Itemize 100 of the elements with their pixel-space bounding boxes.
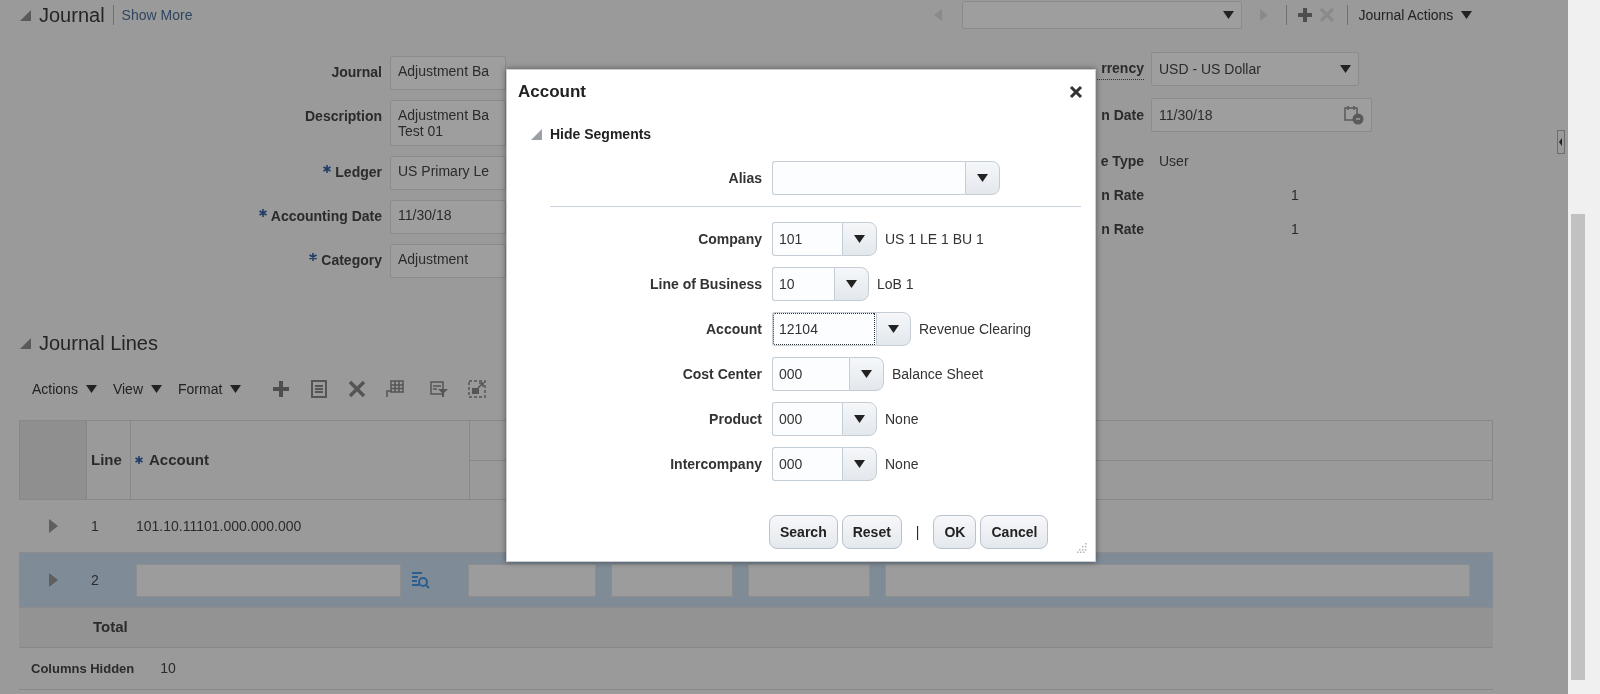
dropdown-button[interactable]	[876, 312, 911, 346]
selected-row[interactable]: 2	[19, 553, 1493, 608]
toolbar-menu[interactable]: View	[112, 378, 162, 400]
search-icon[interactable]	[410, 570, 430, 590]
field-label: Product	[708, 409, 762, 429]
table-cell: 1	[91, 517, 99, 534]
columns-hidden-label: Columns Hidden	[31, 659, 135, 678]
table-input[interactable]	[611, 563, 733, 597]
segment-input[interactable]: 10	[772, 267, 834, 301]
segment-description: None	[885, 409, 919, 429]
field-label: Intercompany	[669, 454, 762, 474]
filter-icon[interactable]	[429, 379, 450, 399]
field-label: Ledger	[335, 163, 382, 183]
field-label: Cost Center	[681, 364, 762, 384]
hide-segments-toggle[interactable]: Hide Segments	[550, 124, 652, 145]
input-field[interactable]: Adjustment	[390, 244, 506, 279]
collapse-triangle-icon[interactable]	[20, 9, 31, 21]
section-title: Journal Lines	[39, 333, 158, 353]
delete-icon[interactable]	[347, 379, 368, 399]
add-icon[interactable]	[271, 379, 292, 399]
field-label: n Rate	[1100, 219, 1144, 239]
caret-icon	[854, 415, 865, 423]
column-header[interactable]: Line	[91, 448, 122, 472]
segment-input[interactable]: 12104	[772, 312, 876, 346]
caret-icon	[854, 460, 865, 468]
document-icon[interactable]	[309, 379, 330, 399]
dialog-button[interactable]: Search	[769, 515, 838, 549]
expand-icon[interactable]	[48, 519, 58, 533]
segment-description: None	[885, 454, 919, 474]
table-cell: 2	[91, 571, 99, 588]
table-input[interactable]	[885, 563, 1470, 597]
scrollbar-thumb[interactable]	[1571, 214, 1585, 680]
field-label: n Rate	[1100, 185, 1144, 205]
dropdown-button[interactable]	[842, 222, 877, 256]
field-label: Journal	[331, 63, 382, 82]
caret-icon	[854, 235, 865, 243]
required-icon	[309, 253, 318, 262]
field-label: n Date	[1100, 105, 1144, 125]
dialog-title: Account	[518, 81, 586, 104]
total-label: Total	[93, 617, 128, 638]
caret-icon	[151, 385, 162, 393]
input-field[interactable]: Adjustment Ba Test 01	[390, 100, 506, 147]
table-icon[interactable]	[385, 379, 406, 399]
column-header[interactable]: Account	[149, 448, 209, 472]
collapse-tab-icon[interactable]	[1557, 130, 1565, 154]
dialog-button[interactable]: Cancel	[980, 515, 1049, 549]
dropdown-button[interactable]	[842, 447, 877, 481]
input-field[interactable]: 11/30/18	[390, 200, 506, 235]
alias-input[interactable]	[772, 161, 965, 195]
show-more-link[interactable]: Show More	[121, 4, 193, 26]
segment-description: Balance Sheet	[892, 364, 984, 384]
detach-icon[interactable]	[467, 379, 488, 399]
field-label: Category	[321, 251, 382, 271]
expand-icon[interactable]	[48, 573, 58, 587]
account-input[interactable]	[136, 563, 401, 597]
dropdown-button[interactable]	[842, 402, 877, 436]
table-cell-text: 101.10.11101.000.000.000	[136, 516, 302, 536]
currency-select[interactable]: USD - US Dollar	[1151, 52, 1359, 86]
dropdown-button[interactable]	[834, 267, 869, 301]
dialog-button[interactable]: Reset	[841, 515, 902, 549]
separator-text: |	[915, 522, 920, 542]
table-input[interactable]	[748, 563, 870, 597]
dropdown-button[interactable]	[965, 161, 1000, 195]
input-field[interactable]: US Primary Le	[390, 156, 506, 191]
toolbar-menu[interactable]: Actions	[32, 378, 97, 400]
collapse-triangle-icon[interactable]	[20, 337, 31, 349]
segment-input[interactable]: 000	[772, 402, 842, 436]
columns-hidden-count: 10	[160, 659, 176, 678]
section-title: Journal	[39, 5, 105, 25]
segment-input[interactable]: 000	[772, 357, 849, 391]
toolbar-menu[interactable]: Format	[178, 378, 242, 400]
segment-description: US 1 LE 1 BU 1	[885, 229, 984, 249]
caret-icon	[846, 280, 857, 288]
required-icon	[135, 456, 143, 464]
caret-icon	[230, 385, 242, 393]
caret-icon	[85, 385, 97, 393]
journal-actions-menu[interactable]: Journal Actions	[1358, 4, 1473, 26]
caret-icon	[1461, 11, 1473, 19]
collapse-triangle-icon[interactable]	[531, 129, 542, 140]
resize-grip-icon[interactable]	[1077, 543, 1087, 553]
field-label: Company	[697, 229, 762, 249]
caret-icon	[977, 174, 988, 182]
caret-icon	[1340, 65, 1351, 73]
calendar-icon[interactable]	[1344, 105, 1364, 125]
input-field[interactable]: Adjustment Ba	[390, 56, 506, 90]
field-label: rrency	[1097, 58, 1144, 80]
caret-icon	[861, 370, 872, 378]
segment-input[interactable]: 101	[772, 222, 842, 256]
field-label: Line of Business	[648, 274, 762, 294]
caret-icon	[1223, 11, 1235, 19]
dialog-button[interactable]: OK	[933, 515, 977, 549]
add-icon[interactable]	[1297, 7, 1314, 23]
dropdown-button[interactable]	[849, 357, 884, 391]
date-field[interactable]: 11/30/18	[1151, 98, 1372, 132]
field-label: Accounting Date	[270, 207, 382, 227]
close-icon[interactable]	[1069, 85, 1083, 99]
table-input[interactable]	[468, 563, 596, 597]
segment-description: Revenue Clearing	[919, 319, 1032, 339]
segment-input[interactable]: 000	[772, 447, 842, 481]
field-label: Alias	[727, 168, 762, 188]
